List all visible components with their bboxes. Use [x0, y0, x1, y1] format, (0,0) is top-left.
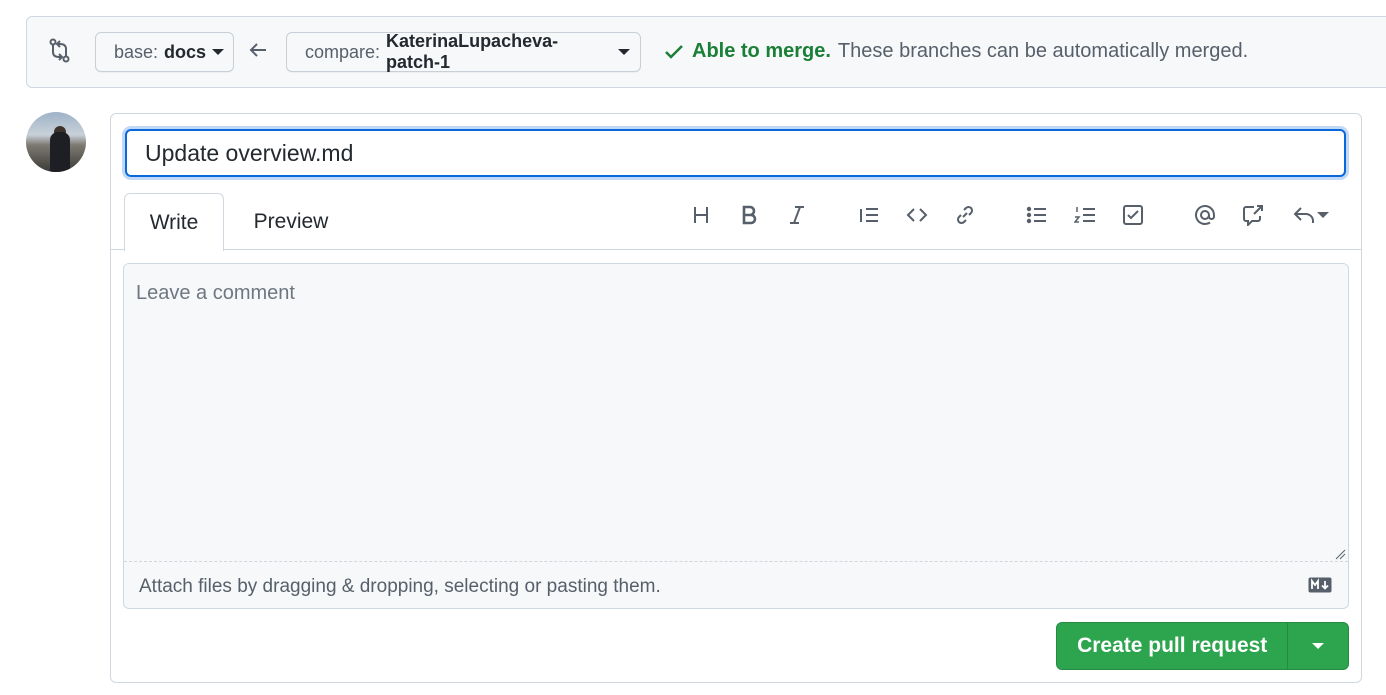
avatar-figure	[50, 132, 70, 172]
saved-replies-icon	[1293, 207, 1314, 223]
base-branch-name: docs	[164, 41, 207, 62]
numbered-list-icon	[1074, 207, 1095, 223]
cross-reference-icon	[1243, 205, 1263, 226]
italic-button[interactable]	[785, 203, 809, 227]
tab-write[interactable]: Write	[124, 193, 224, 251]
tab-preview[interactable]: Preview	[240, 193, 342, 250]
cross-reference-button[interactable]	[1241, 203, 1265, 227]
mention-icon	[1195, 205, 1215, 225]
bulleted-list-icon	[1026, 206, 1046, 224]
bold-button[interactable]	[737, 203, 761, 227]
merge-status-message: These branches can be automatically merg…	[837, 40, 1249, 62]
comment-editor: Attach files by dragging & dropping, sel…	[123, 263, 1349, 609]
link-button[interactable]	[953, 203, 977, 227]
mention-button[interactable]	[1193, 203, 1217, 227]
numbered-list-button[interactable]	[1073, 203, 1097, 227]
task-list-icon	[1123, 205, 1143, 225]
git-compare-icon	[49, 38, 70, 63]
compare-label: compare:	[305, 41, 381, 62]
resize-handle-icon[interactable]	[1334, 548, 1346, 560]
task-list-button[interactable]	[1121, 203, 1145, 227]
chevron-down-icon	[1312, 643, 1325, 649]
bulleted-list-button[interactable]	[1025, 203, 1049, 227]
italic-icon	[790, 206, 804, 224]
arrow-left-icon	[249, 43, 266, 57]
create-pull-request-group: Create pull request	[1056, 622, 1349, 670]
code-button[interactable]	[905, 203, 929, 227]
code-icon	[906, 208, 928, 222]
quote-button[interactable]	[857, 203, 881, 227]
avatar[interactable]	[26, 112, 86, 172]
chevron-down-icon	[618, 49, 630, 55]
markdown-icon[interactable]	[1308, 577, 1332, 593]
compare-branch-name: KaterinaLupacheva-patch-1	[386, 31, 559, 72]
title-input[interactable]	[125, 129, 1346, 177]
merge-status-title: Able to merge.	[692, 40, 831, 62]
bold-icon	[742, 205, 757, 225]
heading-icon	[694, 207, 708, 223]
base-label: base:	[114, 41, 159, 62]
merge-status: Able to merge. These branches can be aut…	[664, 40, 1248, 63]
link-icon	[956, 205, 974, 225]
heading-button[interactable]	[689, 203, 713, 227]
check-icon	[665, 44, 683, 59]
saved-replies-button[interactable]	[1289, 203, 1333, 227]
create-pull-request-button[interactable]: Create pull request	[1057, 623, 1287, 669]
comment-textarea[interactable]	[124, 264, 1348, 562]
attach-files-hint[interactable]: Attach files by dragging & dropping, sel…	[139, 576, 661, 598]
base-branch-dropdown[interactable]: base: docs	[95, 32, 234, 72]
quote-icon	[860, 208, 878, 222]
chevron-down-icon	[212, 49, 225, 55]
compare-branch-dropdown[interactable]: compare: KaterinaLupacheva-patch-1	[286, 31, 641, 72]
create-options-dropdown[interactable]	[1287, 623, 1348, 669]
chevron-down-icon	[1317, 212, 1329, 218]
